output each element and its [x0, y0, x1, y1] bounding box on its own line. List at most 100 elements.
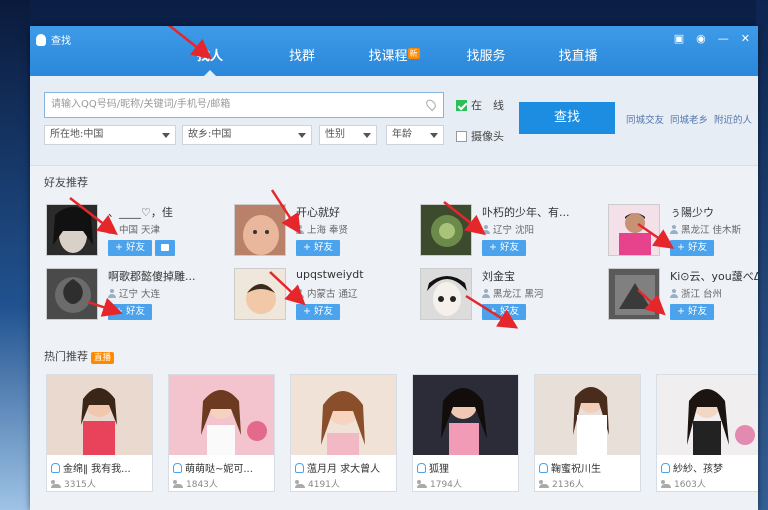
person-icon [670, 288, 678, 298]
live-stream-card[interactable]: 鞠蜜祝川生 2136人 [534, 374, 641, 492]
avatar[interactable] [234, 204, 286, 256]
find-window: 查找 ▣ ◉ — ✕ 找人 找群 找课程新 找服务 找直播 请输入QQ号码/昵称… [30, 26, 758, 510]
viewer-count: 3315人 [51, 477, 96, 490]
viewers-icon [173, 479, 183, 488]
avatar[interactable] [608, 204, 660, 256]
friend-location: 黑龙江 黑河 [482, 286, 544, 300]
add-friend-button[interactable]: + 好友 [296, 304, 340, 320]
stream-name: 狐狸 [417, 460, 517, 475]
live-stream-card[interactable]: 金绵‖ 我有我... 3315人 [46, 374, 153, 492]
friend-card[interactable]: upqstweiydt 内蒙古 通辽 + 好友 [234, 268, 414, 322]
friend-name: ぅ陽少ウ [670, 206, 714, 219]
search-placeholder: 请输入QQ号码/昵称/关键词/手机号/邮箱 [51, 99, 231, 110]
stream-thumbnail[interactable] [535, 375, 640, 455]
live-stream-card[interactable]: 萌萌哒~妮可... 1843人 [168, 374, 275, 492]
person-icon [482, 288, 490, 298]
qq-icon [51, 462, 60, 473]
camera-option[interactable]: 摄像头 [456, 128, 504, 144]
friend-card[interactable]: 卟朽的少年、有... 辽宁 沈阳 + 好友 [420, 204, 600, 258]
person-icon [296, 288, 304, 298]
avatar[interactable] [420, 204, 472, 256]
viewers-icon [51, 479, 61, 488]
stream-thumbnail[interactable] [169, 375, 274, 455]
friend-name: 开心就好 [296, 206, 340, 219]
tab-find-people[interactable]: 找人 [164, 44, 256, 76]
hometown-select[interactable]: 故乡:中国 [182, 125, 312, 145]
hot-section-title: 热门推荐 直播 [44, 348, 115, 364]
friend-card[interactable]: ぅ陽少ウ 黑龙江 佳木斯 + 好友 [608, 204, 758, 258]
qq-icon [661, 462, 670, 473]
avatar[interactable] [608, 268, 660, 320]
add-friend-button[interactable]: + 好友 [296, 240, 340, 256]
person-icon [296, 224, 304, 234]
stream-name: 紗紗、孩梦 [661, 460, 758, 475]
stream-thumbnail[interactable] [413, 375, 518, 455]
add-friend-button[interactable]: + 好友 [670, 240, 714, 256]
friend-location: 内蒙古 通辽 [296, 286, 358, 300]
tab-find-groups[interactable]: 找群 [256, 44, 348, 76]
friend-card[interactable]: 开心就好 上海 奉贤 + 好友 [234, 204, 414, 258]
qq-icon [539, 462, 548, 473]
chevron-down-icon [363, 133, 371, 138]
friend-card[interactable]: 刘金宝 黑龙江 黑河 + 好友 [420, 268, 600, 322]
add-friend-button[interactable]: + 好友 [482, 304, 526, 320]
friends-section-title: 好友推荐 [44, 176, 88, 189]
add-friend-button[interactable]: + 好友 [670, 304, 714, 320]
same-city-hometown-link[interactable]: 同城老乡 [670, 112, 708, 126]
viewer-count: 1794人 [417, 477, 462, 490]
friend-name: Ki⊙云、you蘐べΔ [670, 270, 758, 283]
quick-links: 同城交友 同城老乡 附近的人 [626, 112, 752, 126]
friend-card[interactable]: 啊歌郡懿傻掉雕... 辽宁 大连 + 好友 [46, 268, 226, 322]
tab-find-services[interactable]: 找服务 [440, 44, 532, 76]
location-pin-icon[interactable] [424, 97, 438, 112]
friend-name: 、____♡，佳 [108, 206, 173, 219]
avatar[interactable] [46, 204, 98, 256]
person-icon [108, 288, 116, 298]
friend-card[interactable]: Ki⊙云、you蘐べΔ 浙江 台州 + 好友 [608, 268, 758, 322]
add-friend-button[interactable]: + 好友 [482, 240, 526, 256]
online-checkbox[interactable] [456, 99, 467, 111]
live-badge: 直播 [91, 352, 115, 364]
qq-icon [417, 462, 426, 473]
people-nearby-link[interactable]: 附近的人 [714, 112, 752, 126]
friend-location: 黑龙江 佳木斯 [670, 222, 741, 236]
live-stream-card[interactable]: 狐狸 1794人 [412, 374, 519, 492]
friend-location: 浙江 台州 [670, 286, 722, 300]
viewers-icon [539, 479, 549, 488]
add-friend-button[interactable]: + 好友 [108, 304, 152, 320]
main-tabs: 找人 找群 找课程新 找服务 找直播 [30, 44, 758, 76]
viewer-count: 2136人 [539, 477, 584, 490]
avatar[interactable] [420, 268, 472, 320]
stream-name: 萌萌哒~妮可... [173, 460, 273, 475]
friend-location: 上海 奉贤 [296, 222, 348, 236]
friend-name: 刘金宝 [482, 270, 515, 283]
tab-find-live[interactable]: 找直播 [532, 44, 624, 76]
stream-thumbnail[interactable] [657, 375, 758, 455]
viewer-count: 4191人 [295, 477, 340, 490]
qq-icon [295, 462, 304, 473]
add-friend-button[interactable]: + 好友 [108, 240, 152, 256]
nearby-friends-link[interactable]: 同城交友 [626, 112, 664, 126]
live-stream-card[interactable]: 蕰月月 求大曾人 4191人 [290, 374, 397, 492]
tab-find-courses[interactable]: 找课程新 [348, 44, 440, 76]
find-button[interactable]: 查找 [519, 102, 615, 134]
chevron-down-icon [162, 133, 170, 138]
camera-checkbox[interactable] [456, 130, 467, 142]
online-option[interactable]: 在 线 [456, 97, 504, 113]
gender-select[interactable]: 性别 [319, 125, 377, 145]
avatar[interactable] [46, 268, 98, 320]
avatar[interactable] [234, 268, 286, 320]
person-icon [670, 224, 678, 234]
friend-name: 卟朽的少年、有... [482, 206, 570, 219]
desktop-background-left [0, 0, 30, 510]
friend-card[interactable]: 、____♡，佳 中国 天津 + 好友 [46, 204, 226, 258]
stream-thumbnail[interactable] [47, 375, 152, 455]
message-icon[interactable] [155, 240, 175, 256]
location-select[interactable]: 所在地:中国 [44, 125, 176, 145]
search-input[interactable]: 请输入QQ号码/昵称/关键词/手机号/邮箱 [44, 92, 444, 118]
live-stream-card[interactable]: 紗紗、孩梦 1603人 [656, 374, 758, 492]
person-icon [482, 224, 490, 234]
stream-thumbnail[interactable] [291, 375, 396, 455]
age-select[interactable]: 年龄 [386, 125, 444, 145]
viewer-count: 1603人 [661, 477, 706, 490]
